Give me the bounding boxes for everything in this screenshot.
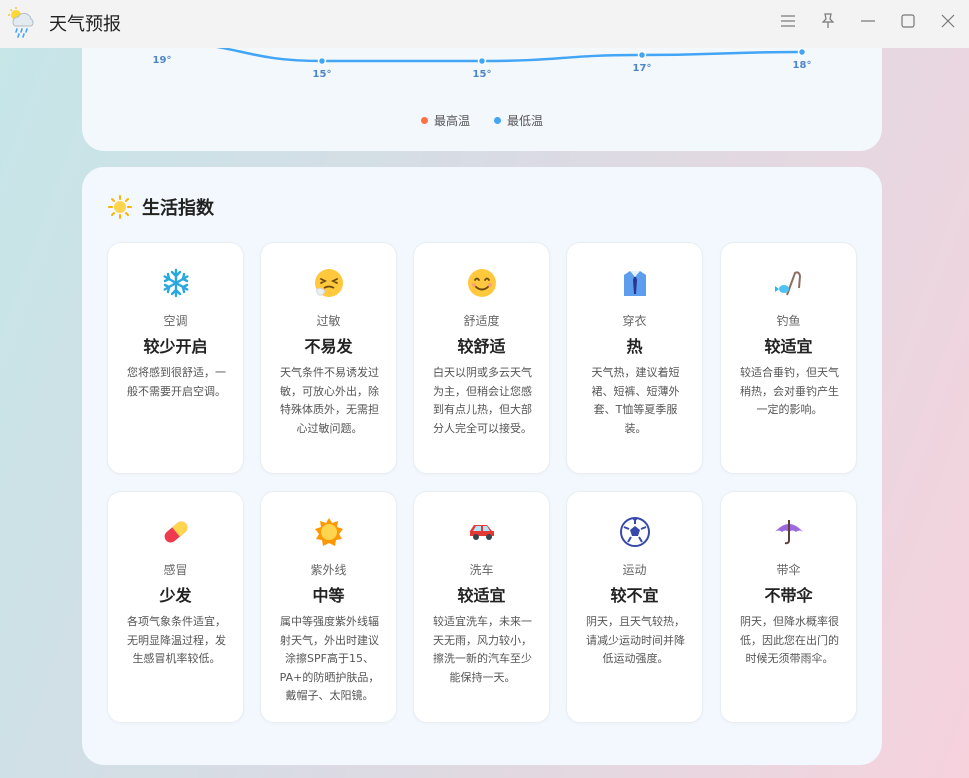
index-card-description: 阴天，且天气较热，请减少运动时间并降低运动强度。 — [586, 615, 685, 665]
fishing-rod-icon — [774, 271, 801, 296]
pill-icon — [164, 521, 187, 543]
index-card-level: 较少开启 — [143, 337, 208, 356]
low-temp-label: 17° — [633, 63, 652, 74]
pin-button[interactable] — [815, 10, 841, 32]
index-card-level: 较不宜 — [610, 586, 659, 605]
index-card-description: 天气热，建议着短裙、短裤、短薄外套、T恤等夏季服装。 — [591, 366, 680, 435]
index-card-level: 较舒适 — [457, 337, 506, 356]
index-card-name: 穿衣 — [622, 314, 647, 328]
index-card-level: 中等 — [312, 586, 345, 605]
index-card-cold[interactable]: 感冒 少发 各项气象条件适宜，无明显降温过程，发生感冒机率较低。 — [107, 491, 244, 723]
legend-low-label: 最低温 — [507, 114, 544, 128]
legend-high[interactable]: 最高温 — [420, 112, 470, 129]
sun-icon — [108, 195, 132, 219]
legend-high-swatch — [420, 117, 428, 124]
index-card-comfort[interactable]: 舒适度 较舒适 白天以阴或多云天气为主，但稍会让您感到有点儿热，但大部分人完全可… — [413, 242, 550, 474]
menu-icon — [781, 15, 795, 27]
index-card-name: 舒适度 — [463, 314, 500, 328]
index-card-fishing[interactable]: 钓鱼 较适宜 较适合垂钓，但天气稍热，会对垂钓产生一定的影响。 — [720, 242, 857, 474]
legend-low-swatch — [494, 117, 501, 124]
umbrella-icon — [774, 520, 803, 545]
index-card-car-wash[interactable]: 洗车 较适宜 较适宜洗车，未来一天无雨，风力较小，擦洗一新的汽车至少能保持一天。 — [413, 491, 550, 723]
shirt-tie-icon — [623, 271, 646, 296]
close-button[interactable] — [935, 10, 961, 32]
index-card-description: 白天以阴或多云天气为主，但稍会让您感到有点儿热，但大部分人完全可以接受。 — [433, 366, 532, 435]
close-icon — [941, 14, 955, 28]
snowflake-icon — [162, 268, 188, 298]
menu-button[interactable] — [775, 10, 801, 32]
window-title: 天气预报 — [49, 14, 121, 35]
sun-uv-icon — [314, 518, 343, 546]
index-card-uv[interactable]: 紫外线 中等 属中等强度紫外线辐射天气，外出时建议涂擦SPF高于15、PA+的防… — [260, 491, 397, 723]
index-card-air-conditioner[interactable]: 空调 较少开启 您将感到很舒适，一般不需要开启空调。 — [107, 242, 244, 474]
maximize-icon — [901, 14, 915, 28]
legend-low[interactable]: 最低温 — [494, 112, 543, 129]
index-card-description: 较适宜洗车，未来一天无雨，风力较小，擦洗一新的汽车至少能保持一天。 — [433, 615, 532, 684]
index-card-description: 阴天，但降水概率很低，因此您在出门的时候无须带雨伞。 — [740, 615, 839, 665]
index-card-name: 感冒 — [163, 563, 188, 577]
index-card-clothing[interactable]: 穿衣 热 天气热，建议着短裙、短裤、短薄外套、T恤等夏季服装。 — [566, 242, 703, 474]
maximize-button[interactable] — [895, 10, 921, 32]
low-temp-label: 18° — [793, 60, 812, 71]
index-card-name: 钓鱼 — [776, 314, 801, 328]
index-card-name: 洗车 — [469, 563, 494, 577]
low-temp-point[interactable] — [797, 47, 807, 57]
cloud-sun-rain-icon — [8, 7, 34, 38]
low-temp-label: 15° — [313, 69, 332, 80]
index-card-level: 不易发 — [304, 337, 353, 356]
index-card-description: 各项气象条件适宜，无明显降温过程，发生感冒机率较低。 — [127, 615, 226, 665]
index-card-description: 您将感到很舒适，一般不需要开启空调。 — [127, 366, 226, 398]
index-card-level: 不带伞 — [764, 586, 813, 605]
index-card-level: 较适宜 — [764, 337, 813, 356]
car-icon — [469, 525, 494, 540]
minimize-button[interactable] — [855, 10, 881, 32]
index-card-umbrella[interactable]: 带伞 不带伞 阴天，但降水概率很低，因此您在出门的时候无须带雨伞。 — [720, 491, 857, 723]
chart-legend: 最高温 最低温 — [82, 112, 882, 129]
index-card-level: 热 — [626, 337, 643, 356]
low-temp-point[interactable] — [477, 56, 487, 66]
index-card-name: 空调 — [163, 314, 188, 328]
index-card-name: 带伞 — [776, 563, 801, 577]
legend-high-label: 最高温 — [433, 114, 470, 128]
index-card-level: 少发 — [159, 586, 192, 605]
title-bar: 天气预报 — [0, 0, 969, 48]
index-card-description: 较适合垂钓，但天气稍热，会对垂钓产生一定的影响。 — [740, 366, 839, 416]
index-card-allergy[interactable]: 过敏 不易发 天气条件不易诱发过敏，可放心外出，除特殊体质外，无需担心过敏问题。 — [260, 242, 397, 474]
low-temp-label: 15° — [473, 69, 492, 80]
sneezing-face-icon — [314, 269, 343, 297]
index-card-name: 运动 — [622, 563, 647, 577]
low-temp-point[interactable] — [637, 50, 647, 60]
low-temp-label: 19° — [153, 55, 172, 66]
life-index-title: 生活指数 — [142, 198, 214, 219]
index-card-level: 较适宜 — [457, 586, 506, 605]
index-card-description: 属中等强度紫外线辐射天气，外出时建议涂擦SPF高于15、PA+的防晒护肤品，戴帽… — [279, 615, 380, 702]
index-card-description: 天气条件不易诱发过敏，可放心外出，除特殊体质外，无需担心过敏问题。 — [280, 366, 379, 435]
pin-icon — [821, 13, 835, 28]
smiling-face-icon — [467, 269, 496, 297]
low-temp-point[interactable] — [317, 56, 327, 66]
life-index-panel: 生活指数 空调 较少开启 您将感到很舒适，一般不需要开启空调。 过敏 不易发 天… — [82, 167, 882, 765]
index-card-sport[interactable]: 运动 较不宜 阴天，且天气较热，请减少运动时间并降低运动强度。 — [566, 491, 703, 723]
life-index-header: 生活指数 — [108, 194, 214, 220]
soccer-ball-icon — [619, 517, 650, 547]
index-card-name: 紫外线 — [310, 563, 347, 577]
minimize-icon — [861, 20, 875, 22]
index-card-name: 过敏 — [316, 314, 341, 328]
